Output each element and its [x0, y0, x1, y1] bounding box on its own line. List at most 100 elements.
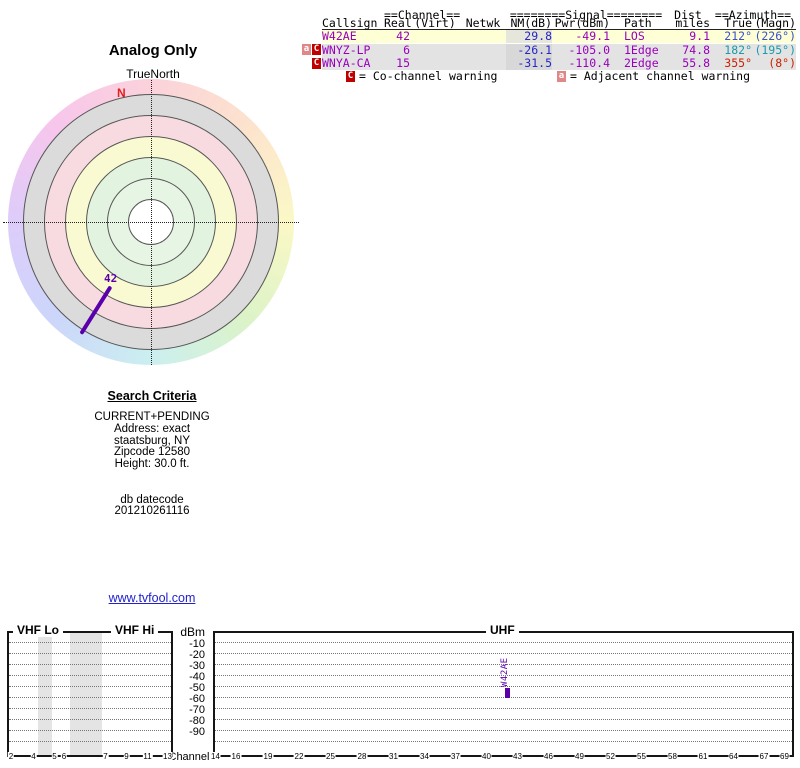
col-header-virt: (Virt) [414, 16, 456, 30]
table-row: W42AE 42 29.8 -49.1 LOS 9.1 212° (226°) [322, 30, 796, 43]
dbm-tick-label: -90 [189, 726, 205, 738]
cell-nm: -26.1 [506, 43, 552, 57]
channel-tick-label: 13 [162, 752, 173, 761]
col-header-netwk: Netwk [465, 16, 501, 30]
cell-azimuth-true: 212° [724, 29, 752, 43]
signal-bar-w42ae [505, 688, 510, 698]
fm-gap-band [70, 633, 102, 755]
col-header-miles: miles [675, 16, 710, 30]
channel-tick-label: 46 [543, 752, 554, 761]
criteria-line: Address: exact [113, 422, 191, 435]
adjacent-channel-legend-icon: a [557, 70, 566, 82]
cell-virt [410, 30, 460, 43]
channel-tick-label: 31 [388, 752, 399, 761]
col-header-callsign: Callsign [322, 16, 378, 30]
criteria-line [52, 483, 252, 495]
vhf-gap-band [38, 633, 52, 755]
cell-pwr: -105.0 [568, 42, 610, 57]
channel-tick-label: 61 [697, 752, 709, 761]
dbm-gridline [9, 653, 171, 654]
cell-virt [410, 44, 460, 57]
dbm-gridline [9, 730, 171, 731]
vhf-hi-band-label: VHF Hi [111, 624, 159, 637]
co-channel-legend-text: = Co-channel warning [359, 69, 498, 83]
dbm-gridline [9, 664, 171, 665]
adjacent-channel-warning-icon: a [302, 44, 311, 55]
cell-real: 6 [403, 42, 410, 57]
table-row: WNYZ-LP 6 -26.1 -105.0 1Edge 74.8 182° (… [322, 42, 796, 57]
col-header-nm: NM(dB) [510, 16, 552, 30]
channel-tick-label: 2 [7, 752, 15, 761]
col-header-pwr: Pwr(dBm) [554, 16, 610, 30]
cell-callsign: WNYZ-LP [322, 42, 371, 57]
channel-tick-label: 37 [450, 752, 461, 761]
dbm-gridline [9, 642, 171, 643]
criteria-line [52, 471, 252, 483]
channel-tick-label: 16 [230, 752, 242, 761]
channel-tick-label: 43 [512, 752, 523, 761]
co-channel-legend-icon: C [346, 70, 355, 82]
criteria-line: Height: 30.0 ft. [114, 458, 190, 471]
channel-tick-label: 4 [30, 752, 37, 761]
cell-miles: 9.1 [689, 29, 710, 43]
cell-netwk [460, 30, 506, 43]
channel-tick-label: 6 [60, 752, 68, 761]
channel-tick-label: 25 [325, 752, 336, 761]
bearing-line [80, 286, 112, 335]
cell-nm: -31.5 [506, 57, 552, 70]
bearing-line-svg [80, 286, 112, 335]
channel-tick-label: 64 [728, 752, 739, 761]
dbm-gridline [215, 730, 792, 731]
tvfool-signal-report: Analog Only TrueNorth 42 N ==Channel== =… [0, 0, 800, 768]
channel-tick-label: 7 [102, 752, 109, 761]
uhf-band-label: UHF [486, 624, 519, 637]
adjacent-channel-legend-text: = Adjacent channel warning [570, 69, 751, 83]
channel-tick-label: 58 [667, 752, 678, 761]
cell-real: 42 [396, 29, 410, 43]
cell-azimuth-magn: (8°) [768, 56, 796, 70]
search-criteria: Search Criteria CURRENT+PENDING Address: … [52, 389, 252, 518]
channel-tick-label: 22 [293, 752, 305, 761]
channel-tick-label: 52 [605, 752, 616, 761]
cell-azimuth-true: 182° [724, 42, 752, 57]
col-header-true: True [724, 16, 752, 30]
cell-azimuth-magn: (195°) [754, 42, 796, 57]
channel-tick-label: 19 [262, 752, 274, 761]
north-marker: N [117, 86, 126, 100]
cell-azimuth-magn: (226°) [754, 29, 796, 43]
channel-tick-label: 11 [142, 752, 153, 761]
dbm-gridline [215, 719, 792, 720]
tvfool-link[interactable]: www.tvfool.com [52, 591, 252, 605]
channel-tick-label: 9 [123, 752, 130, 761]
dbm-gridline [9, 686, 171, 687]
dbm-gridline [9, 697, 171, 698]
co-channel-warning-icon: C [312, 57, 321, 69]
dbm-axis-title: dBm [180, 625, 205, 639]
channel-tick-label: 67 [758, 752, 770, 761]
col-header-real: Real [384, 16, 412, 30]
channel-tick-label: 49 [574, 752, 585, 761]
cell-path: 1Edge [624, 42, 659, 57]
bearing-channel-label: 42 [104, 272, 118, 285]
cell-netwk [460, 44, 506, 57]
col-header-path: Path [624, 16, 652, 30]
channel-tick-label: 5 [51, 752, 58, 761]
criteria-line: 201210261116 [114, 505, 190, 518]
dbm-gridline [9, 708, 171, 709]
dbm-gridline [9, 741, 171, 742]
dbm-gridline [9, 675, 171, 676]
vhf-spectrum-panel [7, 631, 173, 757]
co-channel-warning-icon: C [312, 44, 321, 55]
cell-nm: 29.8 [506, 30, 552, 43]
cell-pwr: -49.1 [575, 29, 610, 43]
vhf-lo-band-label: VHF Lo [13, 624, 63, 637]
dbm-gridline [215, 697, 792, 698]
channel-tick-label: 40 [481, 752, 492, 761]
dbm-gridline [9, 719, 171, 720]
dbm-gridline [215, 708, 792, 709]
channel-tick-label: 34 [419, 752, 430, 761]
cell-miles: 74.8 [682, 42, 710, 57]
dbm-gridline [215, 741, 792, 742]
cell-callsign: W42AE [322, 29, 357, 43]
cell-path: LOS [624, 29, 645, 43]
